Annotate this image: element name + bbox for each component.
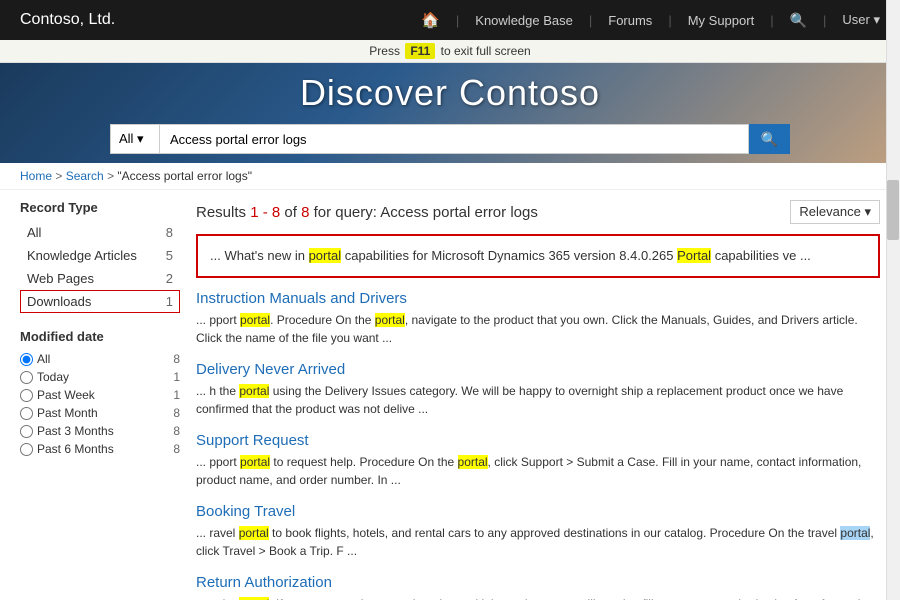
- main-content: Record Type All 8 Knowledge Articles 5 W…: [0, 190, 900, 600]
- sort-dropdown[interactable]: Relevance ▾: [790, 200, 880, 224]
- result-title-instruction-manuals[interactable]: Instruction Manuals and Drivers: [196, 290, 880, 307]
- result-title-booking-travel[interactable]: Booking Travel: [196, 503, 880, 520]
- nav-my-support[interactable]: My Support: [688, 13, 754, 28]
- nav-knowledge-base[interactable]: Knowledge Base: [475, 13, 573, 28]
- breadcrumb-search[interactable]: Search: [66, 169, 104, 183]
- scrollbar-thumb[interactable]: [887, 180, 899, 240]
- hero-banner: Discover Contoso All ▾ 🔍: [0, 63, 900, 163]
- result-snippet: ... n the portal. If you are returning o…: [196, 595, 880, 600]
- date-filter-past-week[interactable]: Past Week 1: [20, 386, 180, 404]
- result-item: Delivery Never Arrived ... h the portal …: [196, 361, 880, 418]
- search-input[interactable]: [160, 124, 749, 154]
- result-item: Instruction Manuals and Drivers ... ppor…: [196, 290, 880, 347]
- results-header: Results 1 - 8 of 8 for query: Access por…: [196, 200, 880, 224]
- date-filter-past-6-months[interactable]: Past 6 Months 8: [20, 440, 180, 458]
- filter-all[interactable]: All 8: [20, 221, 180, 244]
- modified-date-filter: Modified date All 8 Today 1 Past Week 1: [20, 329, 180, 458]
- hero-search-bar: All ▾ 🔍: [110, 124, 790, 154]
- nav-forums[interactable]: Forums: [608, 13, 652, 28]
- result-snippet: ... h the portal using the Delivery Issu…: [196, 382, 880, 418]
- brand-name: Contoso, Ltd.: [20, 11, 115, 29]
- record-type-label: Record Type: [20, 200, 180, 215]
- result-snippet: ... pport portal to request help. Proced…: [196, 453, 880, 489]
- filter-downloads[interactable]: Downloads 1: [20, 290, 180, 313]
- scrollbar-track[interactable]: [886, 0, 900, 600]
- date-filter-past-month[interactable]: Past Month 8: [20, 404, 180, 422]
- result-item: Support Request ... pport portal to requ…: [196, 432, 880, 489]
- sidebar: Record Type All 8 Knowledge Articles 5 W…: [20, 200, 180, 600]
- result-title-delivery[interactable]: Delivery Never Arrived: [196, 361, 880, 378]
- modified-date-label: Modified date: [20, 329, 180, 344]
- result-snippet: ... ravel portal to book flights, hotels…: [196, 524, 880, 560]
- search-type-dropdown[interactable]: All ▾: [110, 124, 160, 154]
- search-button[interactable]: 🔍: [749, 124, 790, 154]
- breadcrumb: Home > Search > "Access portal error log…: [0, 163, 900, 190]
- result-title-support-request[interactable]: Support Request: [196, 432, 880, 449]
- breadcrumb-home[interactable]: Home: [20, 169, 52, 183]
- f11-key: F11: [405, 43, 435, 59]
- date-filter-past-3-months[interactable]: Past 3 Months 8: [20, 422, 180, 440]
- user-menu[interactable]: User ▾: [842, 12, 880, 28]
- f11-bar: Press F11 to exit full screen: [0, 40, 900, 63]
- result-snippet: ... pport portal. Procedure On the porta…: [196, 311, 880, 347]
- results-summary: Results 1 - 8 of 8 for query: Access por…: [196, 204, 538, 221]
- filter-web-pages[interactable]: Web Pages 2: [20, 267, 180, 290]
- search-icon[interactable]: 🔍: [790, 12, 807, 29]
- featured-result: ... What's new in portal capabilities fo…: [196, 234, 880, 278]
- date-filter-today[interactable]: Today 1: [20, 368, 180, 386]
- result-title-return-authorization[interactable]: Return Authorization: [196, 574, 880, 591]
- top-navigation: Contoso, Ltd. 🏠 | Knowledge Base | Forum…: [0, 0, 900, 40]
- result-item: Booking Travel ... ravel portal to book …: [196, 503, 880, 560]
- hero-title: Discover Contoso: [300, 72, 600, 114]
- home-icon[interactable]: 🏠: [421, 11, 440, 29]
- date-filter-all[interactable]: All 8: [20, 350, 180, 368]
- filter-knowledge-articles[interactable]: Knowledge Articles 5: [20, 244, 180, 267]
- result-item: Return Authorization ... n the portal. I…: [196, 574, 880, 600]
- results-area: Results 1 - 8 of 8 for query: Access por…: [196, 200, 880, 600]
- breadcrumb-current: "Access portal error logs": [117, 169, 252, 183]
- record-type-filter: Record Type All 8 Knowledge Articles 5 W…: [20, 200, 180, 313]
